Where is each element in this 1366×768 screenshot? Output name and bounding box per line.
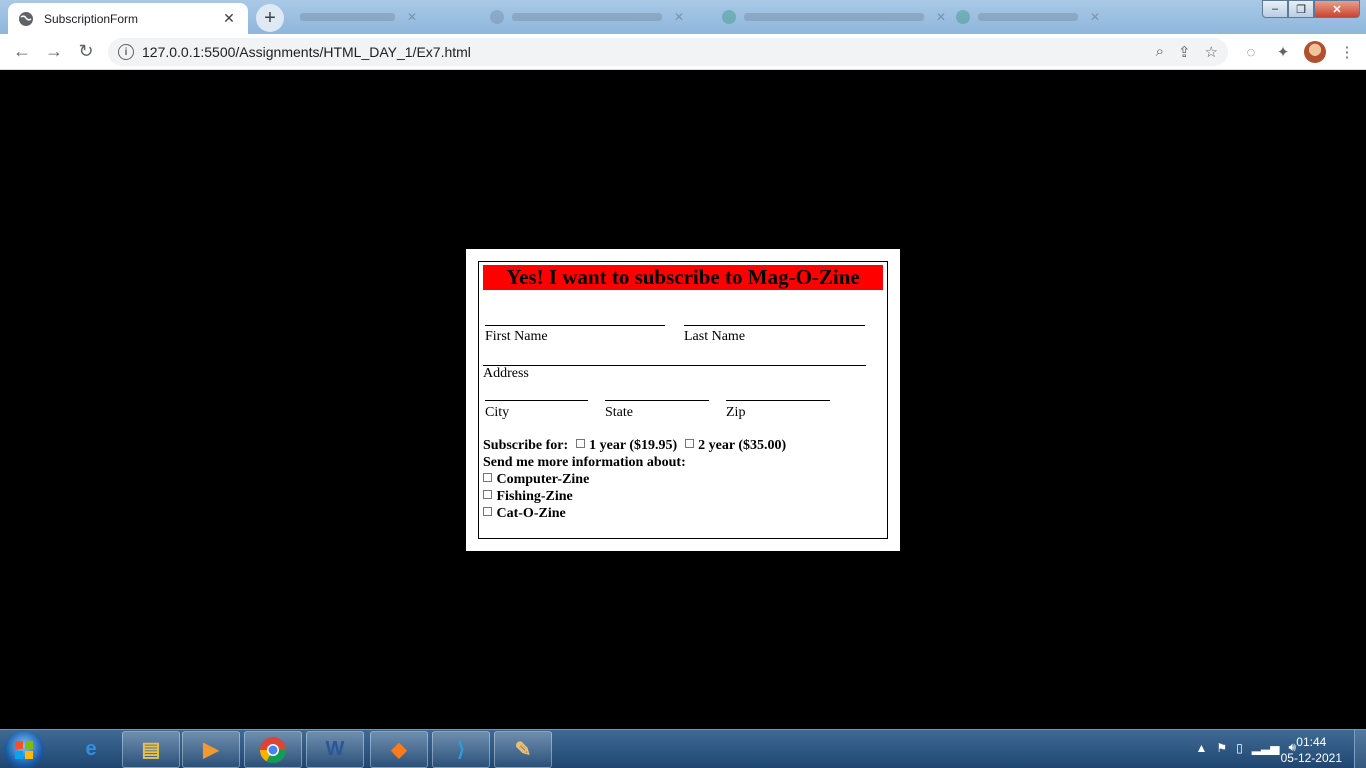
zine-label: Computer-Zine	[496, 472, 590, 487]
device-icon[interactable]: ▯	[1236, 741, 1243, 755]
zine-label: Fishing-Zine	[496, 489, 573, 504]
minimize-button[interactable]: –	[1262, 0, 1288, 18]
file-explorer-icon[interactable]: ▤	[122, 731, 180, 768]
form-banner: Yes! I want to subscribe to Mag-O-Zine	[483, 265, 883, 290]
last-name-label: Last Name	[684, 329, 746, 344]
zoom-icon[interactable]: ⌕	[1156, 43, 1164, 61]
chrome-icon[interactable]	[244, 731, 302, 768]
share-icon[interactable]: ⇪	[1178, 43, 1191, 61]
info-icon[interactable]: i	[118, 44, 134, 60]
forward-icon[interactable]: →	[38, 36, 70, 68]
action-center-flag-icon[interactable]: ⚑	[1216, 741, 1227, 755]
state-field[interactable]	[605, 400, 709, 401]
reload-icon[interactable]: ↻	[70, 36, 102, 68]
background-tab[interactable]: ✕	[956, 6, 1100, 28]
background-tab[interactable]: ✕	[490, 6, 684, 28]
windows-logo-icon	[15, 741, 33, 759]
network-signal-icon[interactable]: ▂▃▅	[1252, 741, 1280, 755]
paint-icon[interactable]: ✎	[494, 731, 552, 768]
url-text: 127.0.0.1:5500/Assignments/HTML_DAY_1/Ex…	[142, 44, 471, 60]
subscription-form: Yes! I want to subscribe to Mag-O-Zine F…	[478, 261, 888, 539]
restore-button[interactable]: ❐	[1288, 0, 1314, 18]
subscribe-row: Subscribe for: 1 year ($19.95) 2 year ($…	[483, 438, 786, 454]
extension-icon[interactable]: ◌	[1240, 41, 1262, 63]
zine-option-row: Computer-Zine	[483, 472, 589, 488]
checkbox-cat-o-zine[interactable]	[483, 507, 492, 516]
address-field[interactable]	[483, 365, 866, 366]
taskbar: e ▤ ▶ W ◆ ⟩ ✎ ▲ ⚑ ▯ ▂▃▅ 🔊︎ 01:44 05-12-2…	[0, 729, 1366, 768]
city-field[interactable]	[485, 400, 588, 401]
option-2year-label: 2 year ($35.00)	[698, 438, 787, 453]
address-label: Address	[483, 366, 529, 381]
more-info-label: Send me more information about:	[483, 455, 686, 470]
address-bar[interactable]: i 127.0.0.1:5500/Assignments/HTML_DAY_1/…	[108, 38, 1228, 66]
first-name-field[interactable]	[485, 325, 665, 326]
city-label: City	[485, 405, 510, 420]
internet-explorer-icon[interactable]: e	[62, 731, 120, 768]
vscode-icon[interactable]: ⟩	[432, 731, 490, 768]
checkbox-1year[interactable]	[575, 439, 585, 448]
show-desktop-button[interactable]	[1354, 730, 1366, 768]
background-tab[interactable]: ✕	[300, 6, 417, 28]
window-controls: – ❐ ✕	[1262, 0, 1360, 18]
back-icon[interactable]: ←	[6, 36, 38, 68]
clock-date: 05-12-2021	[1280, 751, 1342, 765]
zip-field[interactable]	[726, 400, 830, 401]
subscribe-label: Subscribe for:	[483, 438, 569, 453]
tab-strip: SubscriptionForm ✕ + ✕ ✕ ✕ ✕ – ❐ ✕	[0, 0, 1366, 34]
last-name-field[interactable]	[684, 325, 865, 326]
puzzle-extensions-icon[interactable]: ✦	[1272, 41, 1294, 63]
checkbox-2year[interactable]	[684, 439, 694, 448]
tab-title: SubscriptionForm	[44, 11, 139, 26]
first-name-label: First Name	[485, 329, 548, 344]
profile-avatar[interactable]	[1304, 41, 1326, 63]
zip-label: Zip	[726, 405, 746, 420]
browser-toolbar: ← → ↻ i 127.0.0.1:5500/Assignments/HTML_…	[0, 34, 1366, 70]
tab-subscriptionform[interactable]: SubscriptionForm ✕	[8, 3, 248, 34]
new-tab-button[interactable]: +	[256, 4, 284, 32]
zine-option-row: Fishing-Zine	[483, 489, 573, 505]
form-container: Yes! I want to subscribe to Mag-O-Zine F…	[466, 249, 900, 551]
start-button[interactable]	[4, 731, 44, 768]
checkbox-fishing-zine[interactable]	[483, 490, 492, 499]
bookmark-star-icon[interactable]: ☆	[1205, 43, 1218, 61]
clock-time: 01:44	[1296, 735, 1327, 749]
state-label: State	[605, 405, 633, 420]
option-1year-label: 1 year ($19.95)	[589, 438, 678, 453]
zine-option-row: Cat-O-Zine	[483, 506, 566, 522]
globe-icon	[18, 11, 34, 27]
page-viewport: Yes! I want to subscribe to Mag-O-Zine F…	[0, 71, 1366, 729]
word-icon[interactable]: W	[306, 731, 364, 768]
app-icon[interactable]: ◆	[370, 731, 428, 768]
media-player-icon[interactable]: ▶	[182, 731, 240, 768]
background-tab[interactable]: ✕	[722, 6, 946, 28]
zine-label: Cat-O-Zine	[496, 506, 566, 521]
menu-kebab-icon[interactable]: ⋮	[1336, 41, 1358, 63]
checkbox-computer-zine[interactable]	[483, 473, 492, 482]
close-tab-icon[interactable]: ✕	[220, 10, 238, 27]
close-window-button[interactable]: ✕	[1314, 0, 1360, 18]
show-hidden-icons-icon[interactable]: ▲	[1195, 741, 1207, 755]
taskbar-clock[interactable]: 01:44 05-12-2021	[1281, 734, 1342, 766]
